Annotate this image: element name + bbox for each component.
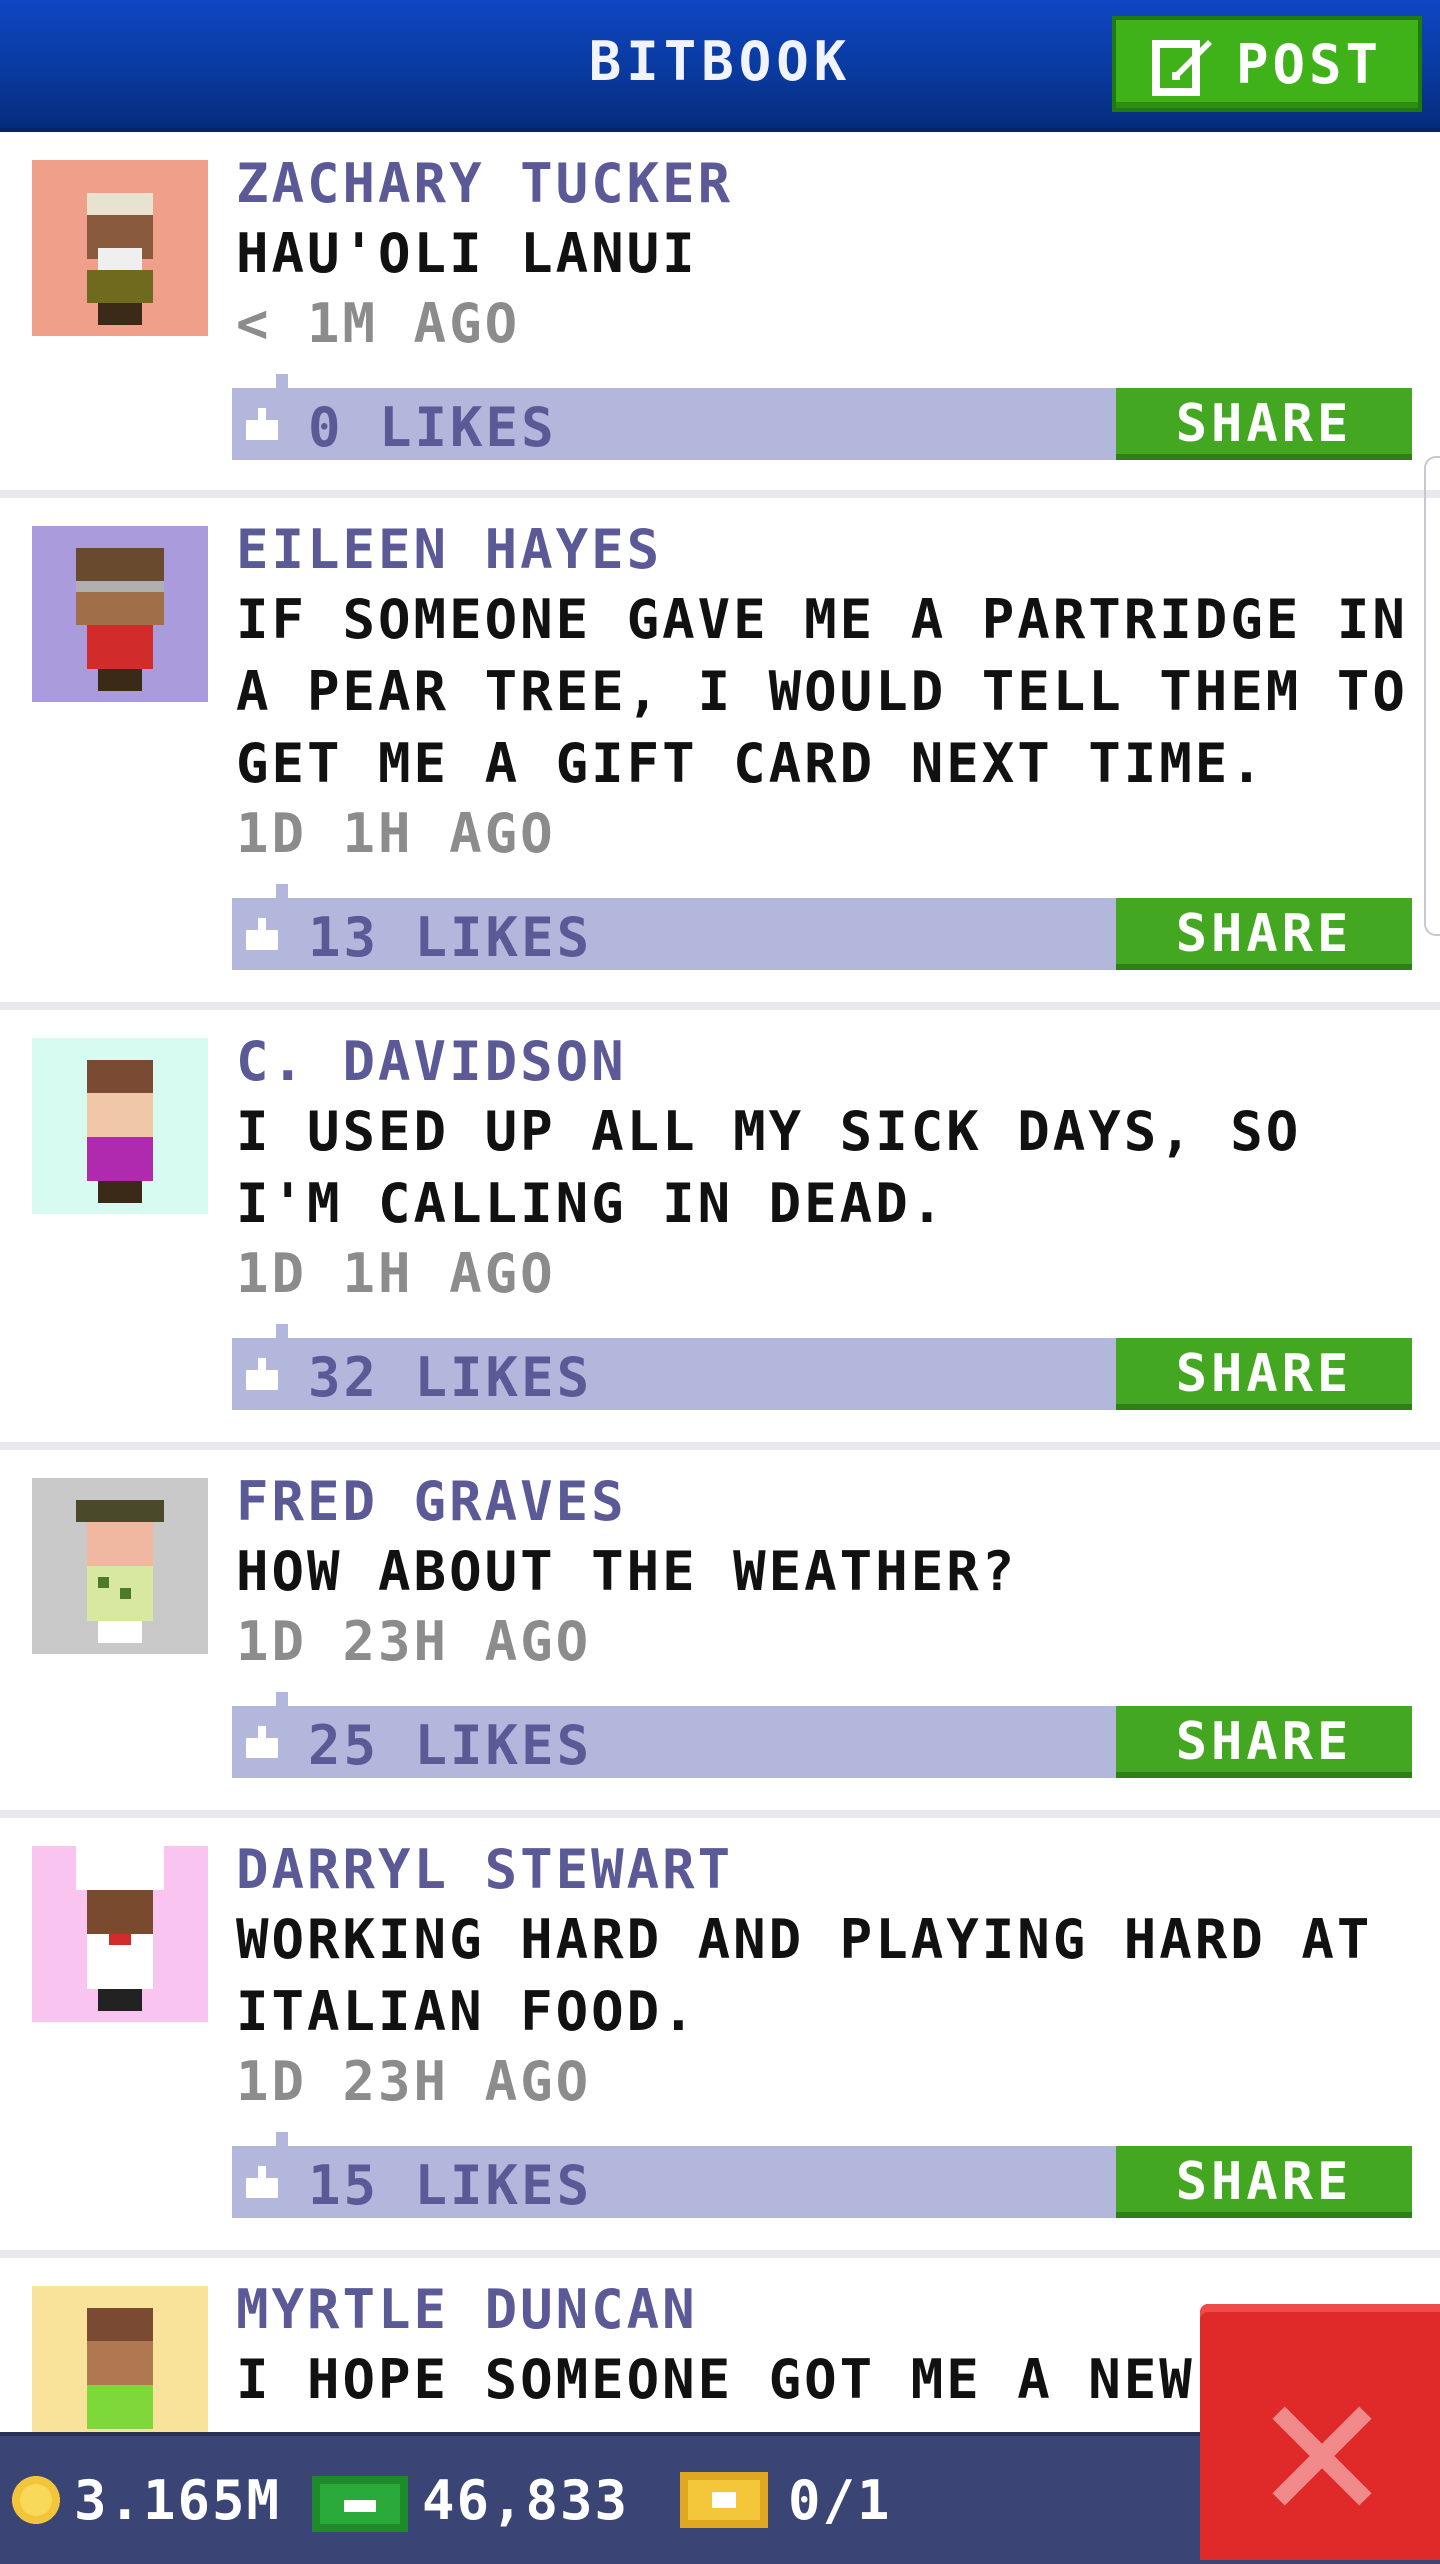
coin-icon xyxy=(12,2476,60,2524)
share-button[interactable]: SHARE xyxy=(1116,898,1412,970)
share-button[interactable]: SHARE xyxy=(1116,388,1412,460)
likes-count: 0 LIKES xyxy=(308,396,557,459)
post-author[interactable]: C. DAVIDSON xyxy=(236,1028,1420,1096)
like-bar[interactable]: 25 LIKES SHARE xyxy=(232,1692,1412,1778)
thumbs-up-icon xyxy=(246,408,278,440)
like-bar[interactable]: 13 LIKES SHARE xyxy=(232,884,1412,970)
likes-count: 15 LIKES xyxy=(308,2154,593,2217)
post-timestamp: < 1M AGO xyxy=(236,292,521,355)
post-timestamp: 1D 1H AGO xyxy=(236,1242,556,1305)
post-timestamp: 1D 23H AGO xyxy=(236,1610,592,1673)
share-button[interactable]: SHARE xyxy=(1116,1338,1412,1410)
user-avatar[interactable] xyxy=(32,1478,208,1654)
bux-icon xyxy=(312,2476,408,2532)
post-message: HOW ABOUT THE WEATHER? xyxy=(236,1540,1018,1603)
like-bar[interactable]: 15 LIKES SHARE xyxy=(232,2132,1412,2218)
top-bar: BITBOOK POST xyxy=(0,0,1440,132)
tickets-value: 0/1 xyxy=(788,2468,892,2532)
post-button[interactable]: POST xyxy=(1112,16,1422,112)
post-author[interactable]: FRED GRAVES xyxy=(236,1468,1420,1536)
post-author[interactable]: DARRYL STEWART xyxy=(236,1836,1420,1904)
scroll-indicator[interactable] xyxy=(1424,456,1440,936)
post-message: IF SOMEONE GAVE ME A PARTRIDGE IN A PEAR… xyxy=(236,588,1408,795)
post-message: I USED UP ALL MY SICK DAYS, SO I'M CALLI… xyxy=(236,1100,1302,1235)
bux-counter: 46,833 xyxy=(312,2436,629,2564)
post-button-label: POST xyxy=(1235,32,1383,96)
feed-post: EILEEN HAYES IF SOMEONE GAVE ME A PARTRI… xyxy=(0,498,1440,1010)
share-button[interactable]: SHARE xyxy=(1116,1706,1412,1778)
feed-post: DARRYL STEWART WORKING HARD AND PLAYING … xyxy=(0,1818,1440,2258)
thumbs-up-icon xyxy=(246,918,278,950)
feed-post: FRED GRAVES HOW ABOUT THE WEATHER? 1D 23… xyxy=(0,1450,1440,1818)
post-timestamp: 1D 1H AGO xyxy=(236,802,556,865)
post-author[interactable]: ZACHARY TUCKER xyxy=(236,150,1420,218)
likes-count: 32 LIKES xyxy=(308,1346,593,1409)
thumbs-up-icon xyxy=(246,2166,278,2198)
ticket-icon xyxy=(680,2472,768,2528)
likes-count: 25 LIKES xyxy=(308,1714,593,1777)
likes-count: 13 LIKES xyxy=(308,906,593,969)
post-message: HAU'OLI LANUI xyxy=(236,222,698,285)
feed-post: C. DAVIDSON I USED UP ALL MY SICK DAYS, … xyxy=(0,1010,1440,1450)
feed-post: ZACHARY TUCKER HAU'OLI LANUI < 1M AGO 0 … xyxy=(0,132,1440,498)
close-button[interactable] xyxy=(1200,2304,1440,2560)
tickets-counter: 0/1 xyxy=(680,2436,892,2564)
coins-value: 3.165M xyxy=(74,2468,282,2532)
post-timestamp: 1D 23H AGO xyxy=(236,2050,592,2113)
share-button[interactable]: SHARE xyxy=(1116,2146,1412,2218)
post-author[interactable]: EILEEN HAYES xyxy=(236,516,1420,584)
like-bar[interactable]: 32 LIKES SHARE xyxy=(232,1324,1412,1410)
compose-icon xyxy=(1151,40,1212,96)
post-message: WORKING HARD AND PLAYING HARD AT ITALIAN… xyxy=(236,1908,1373,2043)
user-avatar[interactable] xyxy=(32,1038,208,1214)
like-bar[interactable]: 0 LIKES SHARE xyxy=(232,374,1412,460)
thumbs-up-icon xyxy=(246,1358,278,1390)
thumbs-up-icon xyxy=(246,1726,278,1758)
coins-counter: 3.165M xyxy=(8,2436,281,2564)
user-avatar[interactable] xyxy=(32,160,208,336)
close-icon xyxy=(1272,2406,1372,2506)
user-avatar[interactable] xyxy=(32,1846,208,2022)
user-avatar[interactable] xyxy=(32,526,208,702)
bux-value: 46,833 xyxy=(422,2468,630,2532)
news-feed[interactable]: ZACHARY TUCKER HAU'OLI LANUI < 1M AGO 0 … xyxy=(0,132,1440,2558)
